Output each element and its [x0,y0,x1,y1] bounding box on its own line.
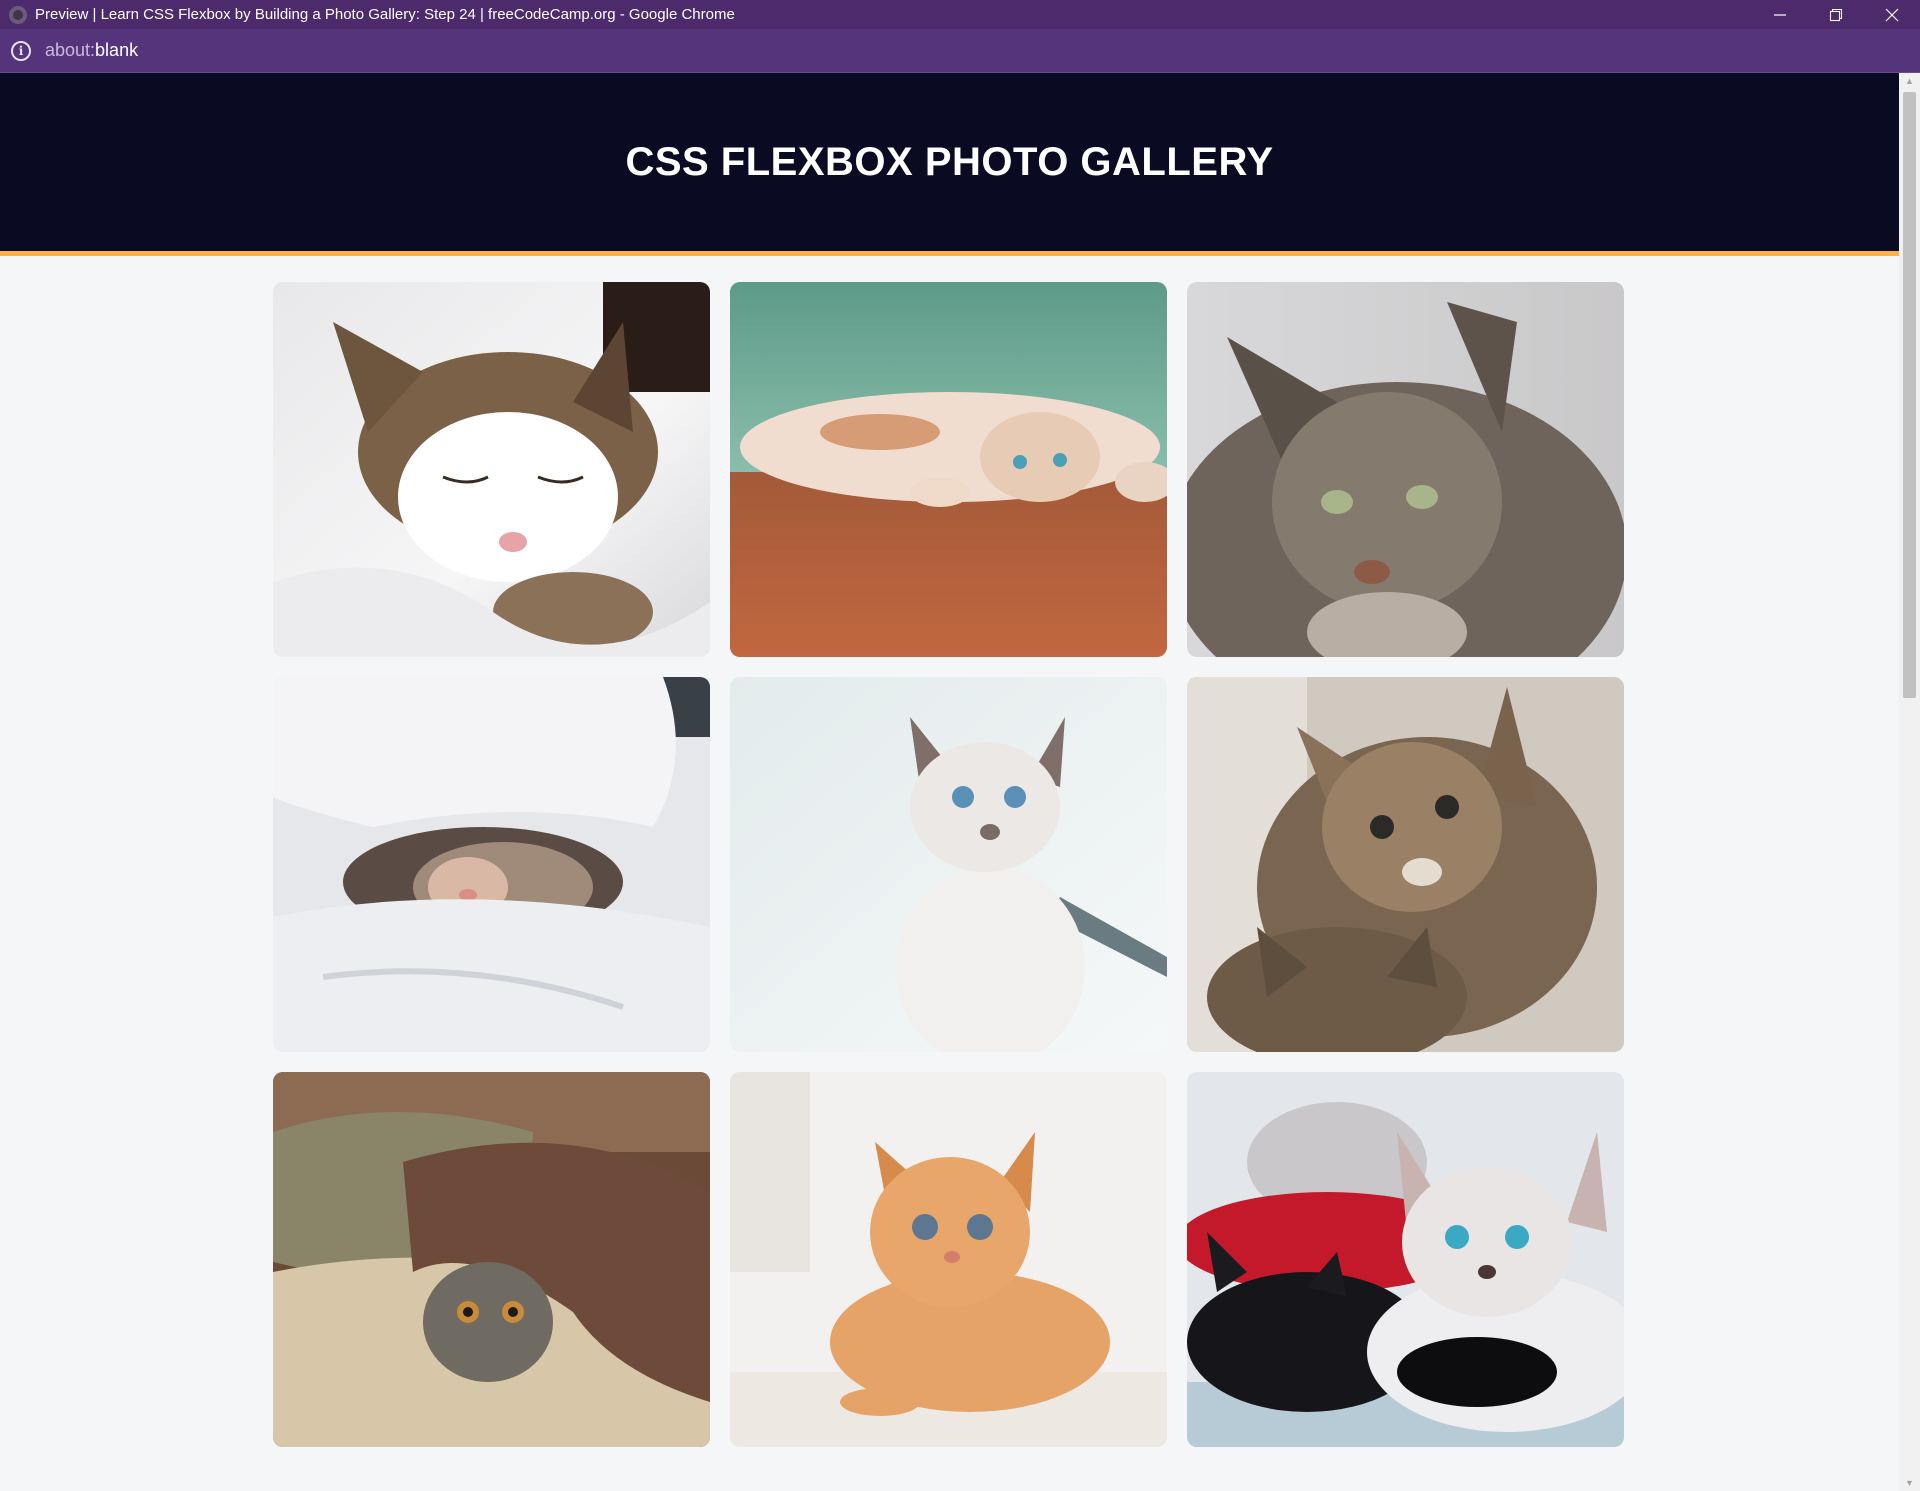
cat-under-white-blanket-image [273,677,710,1052]
url-scheme: about: [45,40,96,60]
photo-gallery [273,282,1626,1447]
url-path: blank [95,40,139,60]
tabby-kittens-image [1187,677,1624,1052]
window-controls [1752,0,1920,29]
scroll-down-arrow-icon[interactable]: ▼ [1899,1475,1920,1491]
cat-under-brown-blanket-image [273,1072,710,1447]
scroll-up-arrow-icon[interactable]: ▲ [1899,73,1920,89]
page-viewport: CSS FLEXBOX PHOTO GALLERY [0,73,1899,1491]
address-bar[interactable]: i about:blank [0,29,1920,73]
white-kitten-by-window-image [730,677,1167,1052]
black-and-white-kittens-image [1187,1072,1624,1447]
scrollbar-thumb[interactable] [1903,92,1916,698]
page-title: CSS FLEXBOX PHOTO GALLERY [625,139,1274,184]
tabby-cat-portrait-image [1187,282,1624,657]
globe-icon [9,5,27,24]
orange-kitten-image [730,1072,1167,1447]
page-header: CSS FLEXBOX PHOTO GALLERY [0,73,1899,256]
close-icon[interactable] [1864,0,1920,29]
url-field[interactable]: about:blank [45,40,138,61]
cat-lying-on-wood-floor-image [730,282,1167,657]
vertical-scrollbar[interactable]: ▲ ▼ [1899,73,1920,1491]
window-title: Preview | Learn CSS Flexbox by Building … [35,6,735,23]
info-icon[interactable]: i [11,40,31,61]
window-title-bar: Preview | Learn CSS Flexbox by Building … [0,0,1920,29]
cat-sleeping-in-bed-image [273,282,710,657]
restore-icon[interactable] [1808,0,1864,29]
minimize-icon[interactable] [1752,0,1808,29]
